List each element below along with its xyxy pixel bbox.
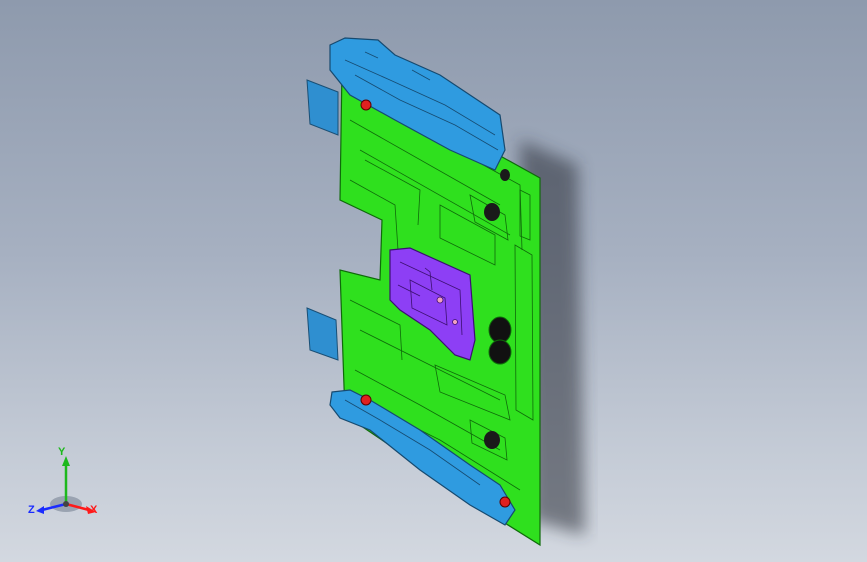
well-2 (488, 339, 512, 365)
red-pin-2 (360, 394, 372, 406)
triad-y-label: Y (58, 446, 66, 458)
cad-model[interactable] (0, 0, 867, 562)
red-pin-3 (499, 496, 511, 508)
well-5 (500, 169, 510, 181)
red-pin-1 (360, 99, 372, 111)
left-ear-bottom (306, 307, 339, 361)
graphics-viewport[interactable]: Y Z X (0, 0, 867, 562)
well-4 (484, 431, 500, 449)
triad-x-label: X (90, 504, 98, 516)
well-3 (484, 203, 500, 221)
reference-triad[interactable]: Y Z X (26, 446, 106, 526)
left-ear-top (306, 79, 339, 136)
well-1 (488, 316, 512, 344)
triad-z-label: Z (28, 504, 35, 516)
